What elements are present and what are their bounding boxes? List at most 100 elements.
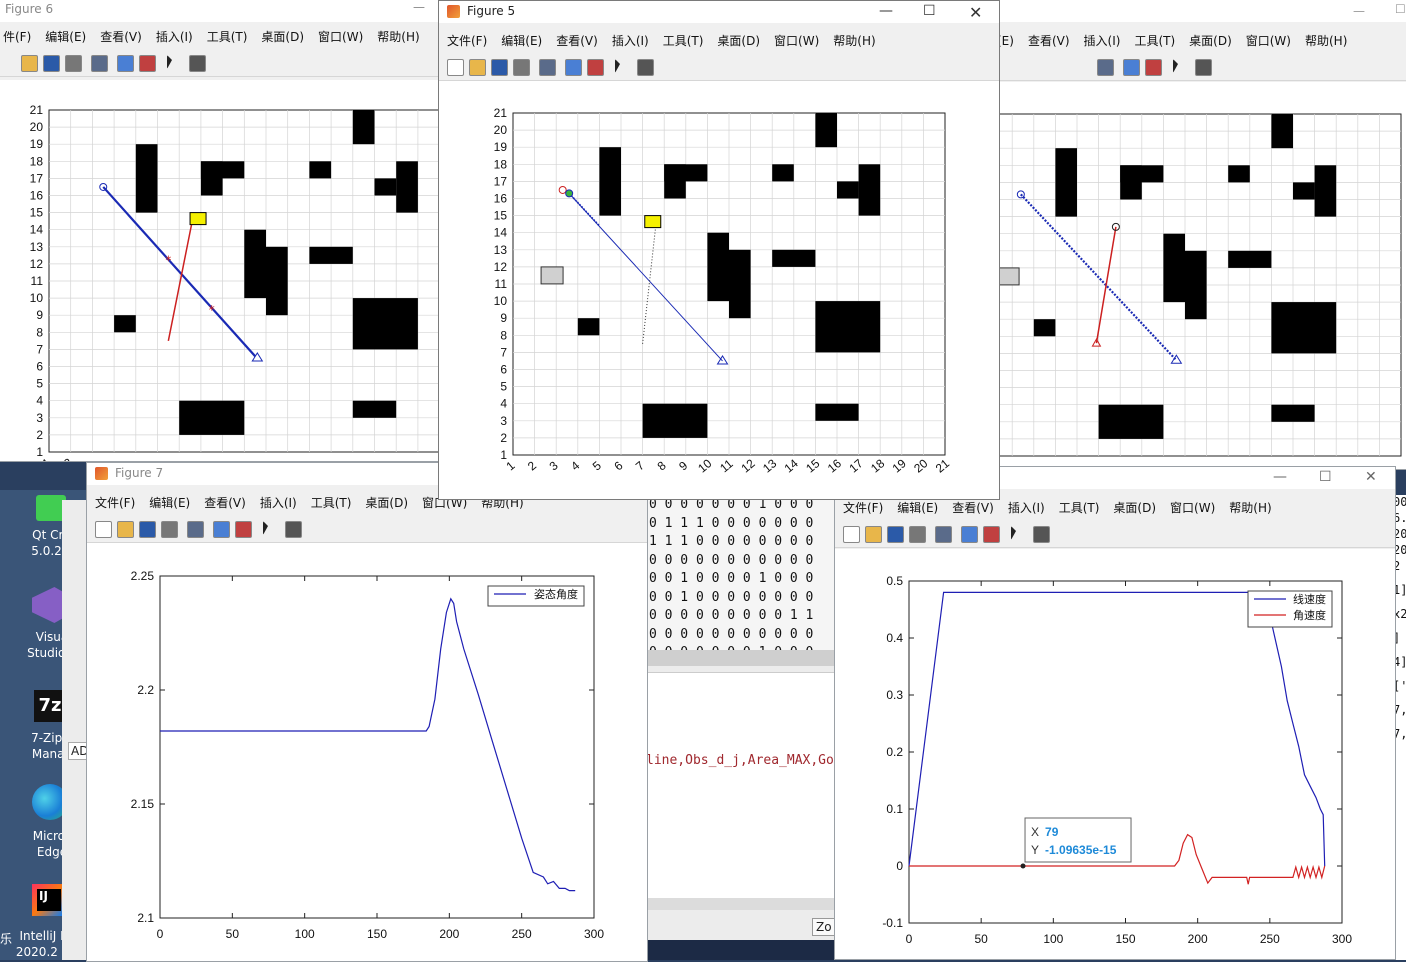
menu-item[interactable]: 查看(V): [204, 494, 246, 511]
menu-item[interactable]: 桌面(D): [717, 32, 760, 49]
minimize-icon[interactable]: —: [1273, 469, 1287, 485]
menu-item[interactable]: 工具(T): [1134, 32, 1175, 49]
property-editor-icon[interactable]: [189, 55, 206, 72]
panel-scrollbar[interactable]: [646, 650, 836, 666]
datatip-point[interactable]: [1020, 863, 1026, 869]
menu-item[interactable]: 窗口(W): [774, 32, 819, 49]
print-icon[interactable]: [161, 521, 178, 538]
menu-item[interactable]: 插入(I): [1008, 499, 1045, 516]
link-icon[interactable]: [539, 59, 556, 76]
x-tick-label: 2: [525, 458, 539, 473]
menu-item[interactable]: 查看(V): [556, 32, 598, 49]
new-file-icon[interactable]: [447, 59, 464, 76]
editor-hscroll[interactable]: [646, 898, 836, 910]
matrix-row: 0 0 1 0 0 0 0 1 0 0 0: [649, 571, 814, 586]
menu-item[interactable]: 帮助(H): [833, 32, 875, 49]
menu-item[interactable]: 桌面(D): [1113, 499, 1156, 516]
legend-icon[interactable]: [983, 526, 1000, 543]
menu-item[interactable]: 编辑(E): [501, 32, 542, 49]
pointer-icon[interactable]: [1173, 59, 1178, 73]
maximize-icon[interactable]: ☐: [1395, 2, 1406, 16]
y-tick-label: 3: [500, 414, 507, 428]
menu-item[interactable]: 桌面(D): [261, 28, 304, 45]
colorbar-icon[interactable]: [1123, 59, 1140, 76]
new-file-icon[interactable]: [95, 521, 112, 538]
menu-item[interactable]: 插入(I): [1084, 32, 1121, 49]
legend-icon[interactable]: [1145, 59, 1162, 76]
menu-item[interactable]: 查看(V): [1028, 32, 1070, 49]
minimize-icon[interactable]: —: [1353, 4, 1365, 18]
menu-item[interactable]: 窗口(W): [1246, 32, 1291, 49]
menu-item[interactable]: 编辑(E): [45, 28, 86, 45]
minimize-icon[interactable]: —: [879, 3, 893, 19]
open-icon[interactable]: [469, 59, 486, 76]
legend-icon[interactable]: [235, 521, 252, 538]
link-icon[interactable]: [1097, 59, 1114, 76]
open-icon[interactable]: [117, 521, 134, 538]
menu-item[interactable]: 桌面(D): [365, 494, 408, 511]
property-editor-icon[interactable]: [285, 521, 302, 538]
figure6-titlebar[interactable]: Figure 6 —: [0, 0, 441, 22]
menu-item[interactable]: 桌面(D): [1189, 32, 1232, 49]
menu-item[interactable]: 窗口(W): [1170, 499, 1215, 516]
obstacle: [1228, 250, 1272, 268]
figure5-plot-area: 21 20 19 18 17 16 15 14 13 12 11 10 9 8 7 6 5 4 3 2 1 1 2 3 4 5 6 7…: [439, 81, 999, 499]
obstacle: [1314, 165, 1337, 217]
property-editor-icon[interactable]: [1195, 59, 1212, 76]
menu-item[interactable]: 文件(F): [447, 32, 487, 49]
close-icon[interactable]: ✕: [1365, 469, 1377, 485]
menu-item[interactable]: 工具(T): [663, 32, 704, 49]
colorbar-icon[interactable]: [213, 521, 230, 538]
pointer-icon[interactable]: [167, 55, 172, 69]
menu-item[interactable]: 工具(T): [1059, 499, 1100, 516]
minimize-icon[interactable]: —: [413, 0, 425, 14]
menu-item[interactable]: 帮助(H): [377, 28, 419, 45]
zoom-label[interactable]: Zo: [812, 918, 836, 936]
menu-item[interactable]: 编辑(E): [897, 499, 938, 516]
menu-item[interactable]: 插入(I): [260, 494, 297, 511]
pointer-icon[interactable]: [615, 59, 620, 73]
colorbar-icon[interactable]: [565, 59, 582, 76]
colorbar-icon[interactable]: [117, 55, 134, 72]
link-icon[interactable]: [187, 521, 204, 538]
figure-right-titlebar[interactable]: — ☐: [997, 0, 1406, 22]
print-icon[interactable]: [65, 55, 82, 72]
y-tick-label: 0.3: [886, 688, 903, 702]
obstacle: [352, 400, 397, 418]
new-file-icon[interactable]: [843, 526, 860, 543]
close-icon[interactable]: ✕: [969, 3, 982, 22]
open-icon[interactable]: [21, 55, 38, 72]
colorbar-icon[interactable]: [961, 526, 978, 543]
property-editor-icon[interactable]: [1033, 526, 1050, 543]
menu-item[interactable]: 插入(I): [156, 28, 193, 45]
print-icon[interactable]: [513, 59, 530, 76]
save-icon[interactable]: [887, 526, 904, 543]
maximize-icon[interactable]: ☐: [923, 3, 936, 19]
pointer-icon[interactable]: [263, 521, 268, 535]
menu-item[interactable]: 帮助(H): [1229, 499, 1271, 516]
legend-icon[interactable]: [139, 55, 156, 72]
save-icon[interactable]: [491, 59, 508, 76]
menu-item[interactable]: 文件(F): [843, 499, 883, 516]
menu-item[interactable]: 插入(I): [612, 32, 649, 49]
menu-item[interactable]: 件(F): [3, 28, 31, 45]
save-icon[interactable]: [139, 521, 156, 538]
pointer-icon[interactable]: [1011, 526, 1016, 540]
figure5-titlebar[interactable]: Figure 5 — ☐ ✕: [439, 1, 999, 23]
open-icon[interactable]: [865, 526, 882, 543]
property-editor-icon[interactable]: [637, 59, 654, 76]
menu-item[interactable]: 窗口(W): [318, 28, 363, 45]
menu-item[interactable]: 文件(F): [95, 494, 135, 511]
menu-item[interactable]: 查看(V): [952, 499, 994, 516]
legend-icon[interactable]: [587, 59, 604, 76]
menu-item[interactable]: 查看(V): [100, 28, 142, 45]
link-icon[interactable]: [935, 526, 952, 543]
menu-item[interactable]: 工具(T): [311, 494, 352, 511]
link-icon[interactable]: [91, 55, 108, 72]
menu-item[interactable]: 工具(T): [207, 28, 248, 45]
save-icon[interactable]: [43, 55, 60, 72]
menu-item[interactable]: 编辑(E): [149, 494, 190, 511]
maximize-icon[interactable]: ☐: [1319, 469, 1332, 485]
menu-item[interactable]: 帮助(H): [1305, 32, 1347, 49]
print-icon[interactable]: [909, 526, 926, 543]
